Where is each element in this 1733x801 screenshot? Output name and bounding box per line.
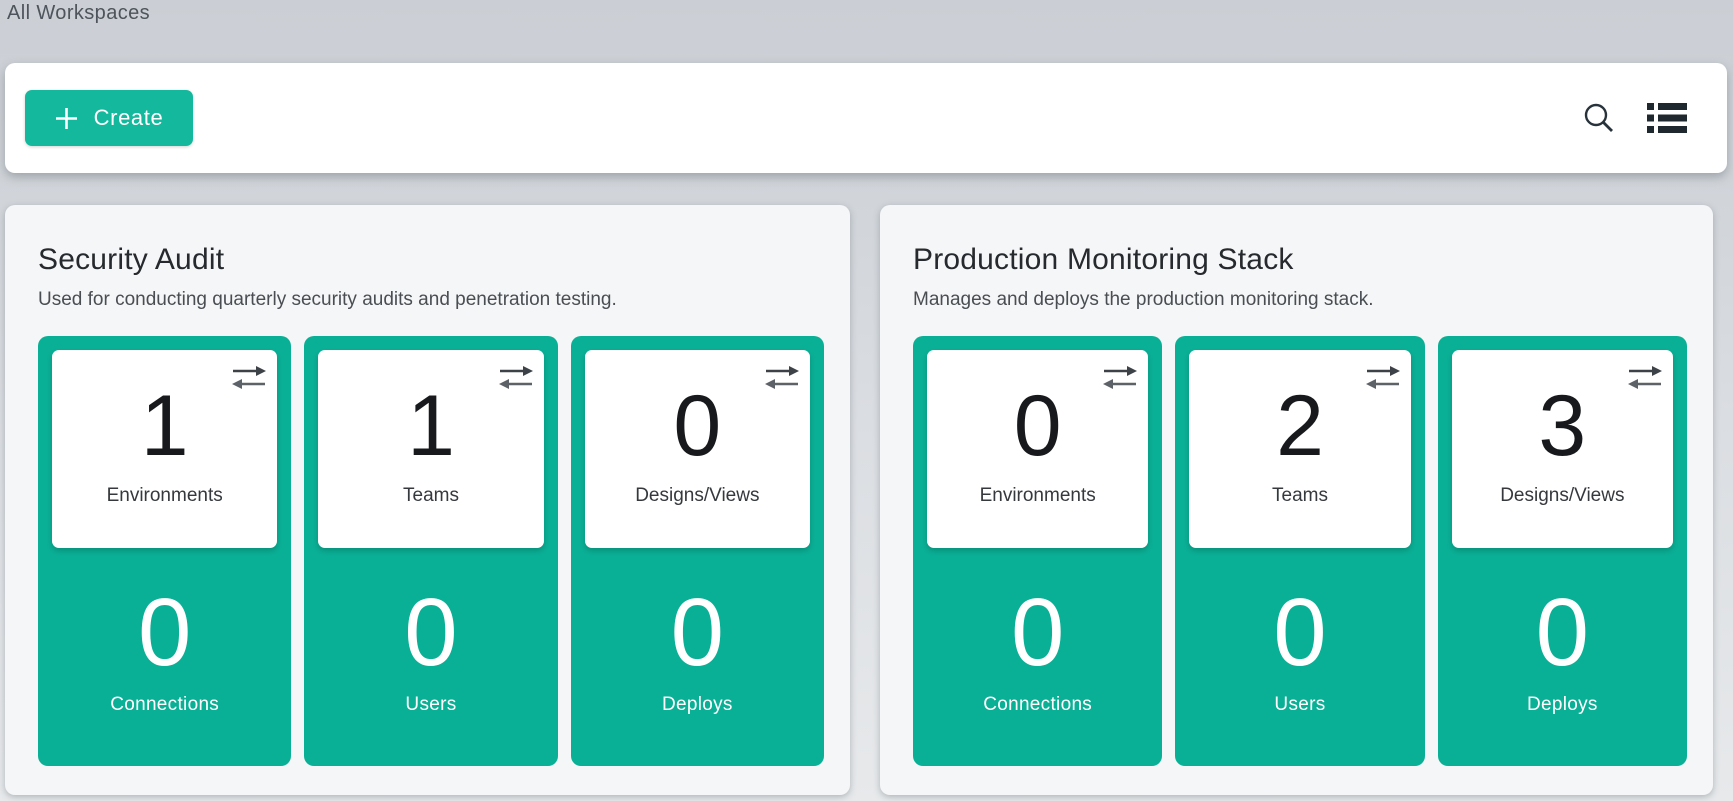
stat-primary-label: Teams [403,485,459,507]
stat-secondary-value: 0 [671,585,724,681]
stat-secondary-value: 0 [1011,585,1064,681]
stat-tile-designs-views[interactable]: 3 Designs/Views 0 Deploys [1438,336,1687,766]
stat-secondary-label: Users [1274,694,1325,716]
plus-icon [55,107,78,130]
stat-primary-label: Designs/Views [1500,485,1624,507]
stat-tile-primary: 3 Designs/Views [1452,350,1673,548]
stat-secondary-value: 0 [138,585,191,681]
workspace-cards-row: Security Audit Used for conducting quart… [5,205,1713,795]
workspace-card-security-audit[interactable]: Security Audit Used for conducting quart… [5,205,850,795]
stat-primary-value: 0 [673,383,721,469]
stat-secondary-value: 0 [1536,585,1589,681]
workspace-card-production-monitoring-stack[interactable]: Production Monitoring Stack Manages and … [880,205,1713,795]
stat-primary-value: 2 [1276,383,1324,469]
workspace-description: Manages and deploys the production monit… [913,289,1687,311]
stat-tiles: 1 Environments 0 Connections 1 Teams [38,336,824,766]
stat-tile-teams[interactable]: 2 Teams 0 Users [1175,336,1424,766]
swap-arrows-icon[interactable] [1628,365,1662,390]
workspace-description: Used for conducting quarterly security a… [38,289,824,311]
stat-tile-primary: 0 Environments [927,350,1148,548]
stat-primary-label: Teams [1272,485,1328,507]
stat-secondary-value: 0 [404,585,457,681]
stat-primary-label: Environments [980,485,1096,507]
all-workspaces-page: All Workspaces Create [0,0,1733,801]
toolbar-actions [1581,63,1687,173]
list-view-icon[interactable] [1647,101,1687,135]
stat-secondary-label: Deploys [662,694,733,716]
stat-primary-value: 0 [1014,383,1062,469]
stat-tile-environments[interactable]: 0 Environments 0 Connections [913,336,1162,766]
stat-primary-value: 3 [1538,383,1586,469]
stat-tile-primary: 1 Teams [318,350,543,548]
stat-primary-label: Environments [107,485,223,507]
swap-arrows-icon[interactable] [499,365,533,390]
swap-arrows-icon[interactable] [765,365,799,390]
stat-tile-primary: 2 Teams [1189,350,1410,548]
search-icon[interactable] [1581,100,1617,136]
page-title: All Workspaces [7,2,150,25]
workspace-title: Security Audit [38,243,824,277]
stat-secondary-label: Connections [110,694,219,716]
stat-tile-secondary: 0 Users [1189,548,1410,716]
stat-primary-label: Designs/Views [635,485,759,507]
swap-arrows-icon[interactable] [232,365,266,390]
stat-tiles: 0 Environments 0 Connections 2 Teams [913,336,1687,766]
stat-primary-value: 1 [141,383,189,469]
stat-tile-environments[interactable]: 1 Environments 0 Connections [38,336,291,766]
stat-secondary-label: Connections [983,694,1092,716]
stat-secondary-label: Deploys [1527,694,1598,716]
stat-tile-primary: 1 Environments [52,350,277,548]
swap-arrows-icon[interactable] [1366,365,1400,390]
workspace-title: Production Monitoring Stack [913,243,1687,277]
toolbar: Create [5,63,1727,173]
stat-tile-primary: 0 Designs/Views [585,350,810,548]
stat-tile-designs-views[interactable]: 0 Designs/Views 0 Deploys [571,336,824,766]
stat-primary-value: 1 [407,383,455,469]
swap-arrows-icon[interactable] [1103,365,1137,390]
create-button-label: Create [94,105,164,131]
create-button[interactable]: Create [25,90,193,146]
stat-tile-secondary: 0 Deploys [1452,548,1673,716]
stat-secondary-label: Users [405,694,456,716]
stat-tile-secondary: 0 Deploys [585,548,810,716]
stat-secondary-value: 0 [1273,585,1326,681]
stat-tile-teams[interactable]: 1 Teams 0 Users [304,336,557,766]
stat-tile-secondary: 0 Connections [927,548,1148,716]
stat-tile-secondary: 0 Connections [52,548,277,716]
stat-tile-secondary: 0 Users [318,548,543,716]
